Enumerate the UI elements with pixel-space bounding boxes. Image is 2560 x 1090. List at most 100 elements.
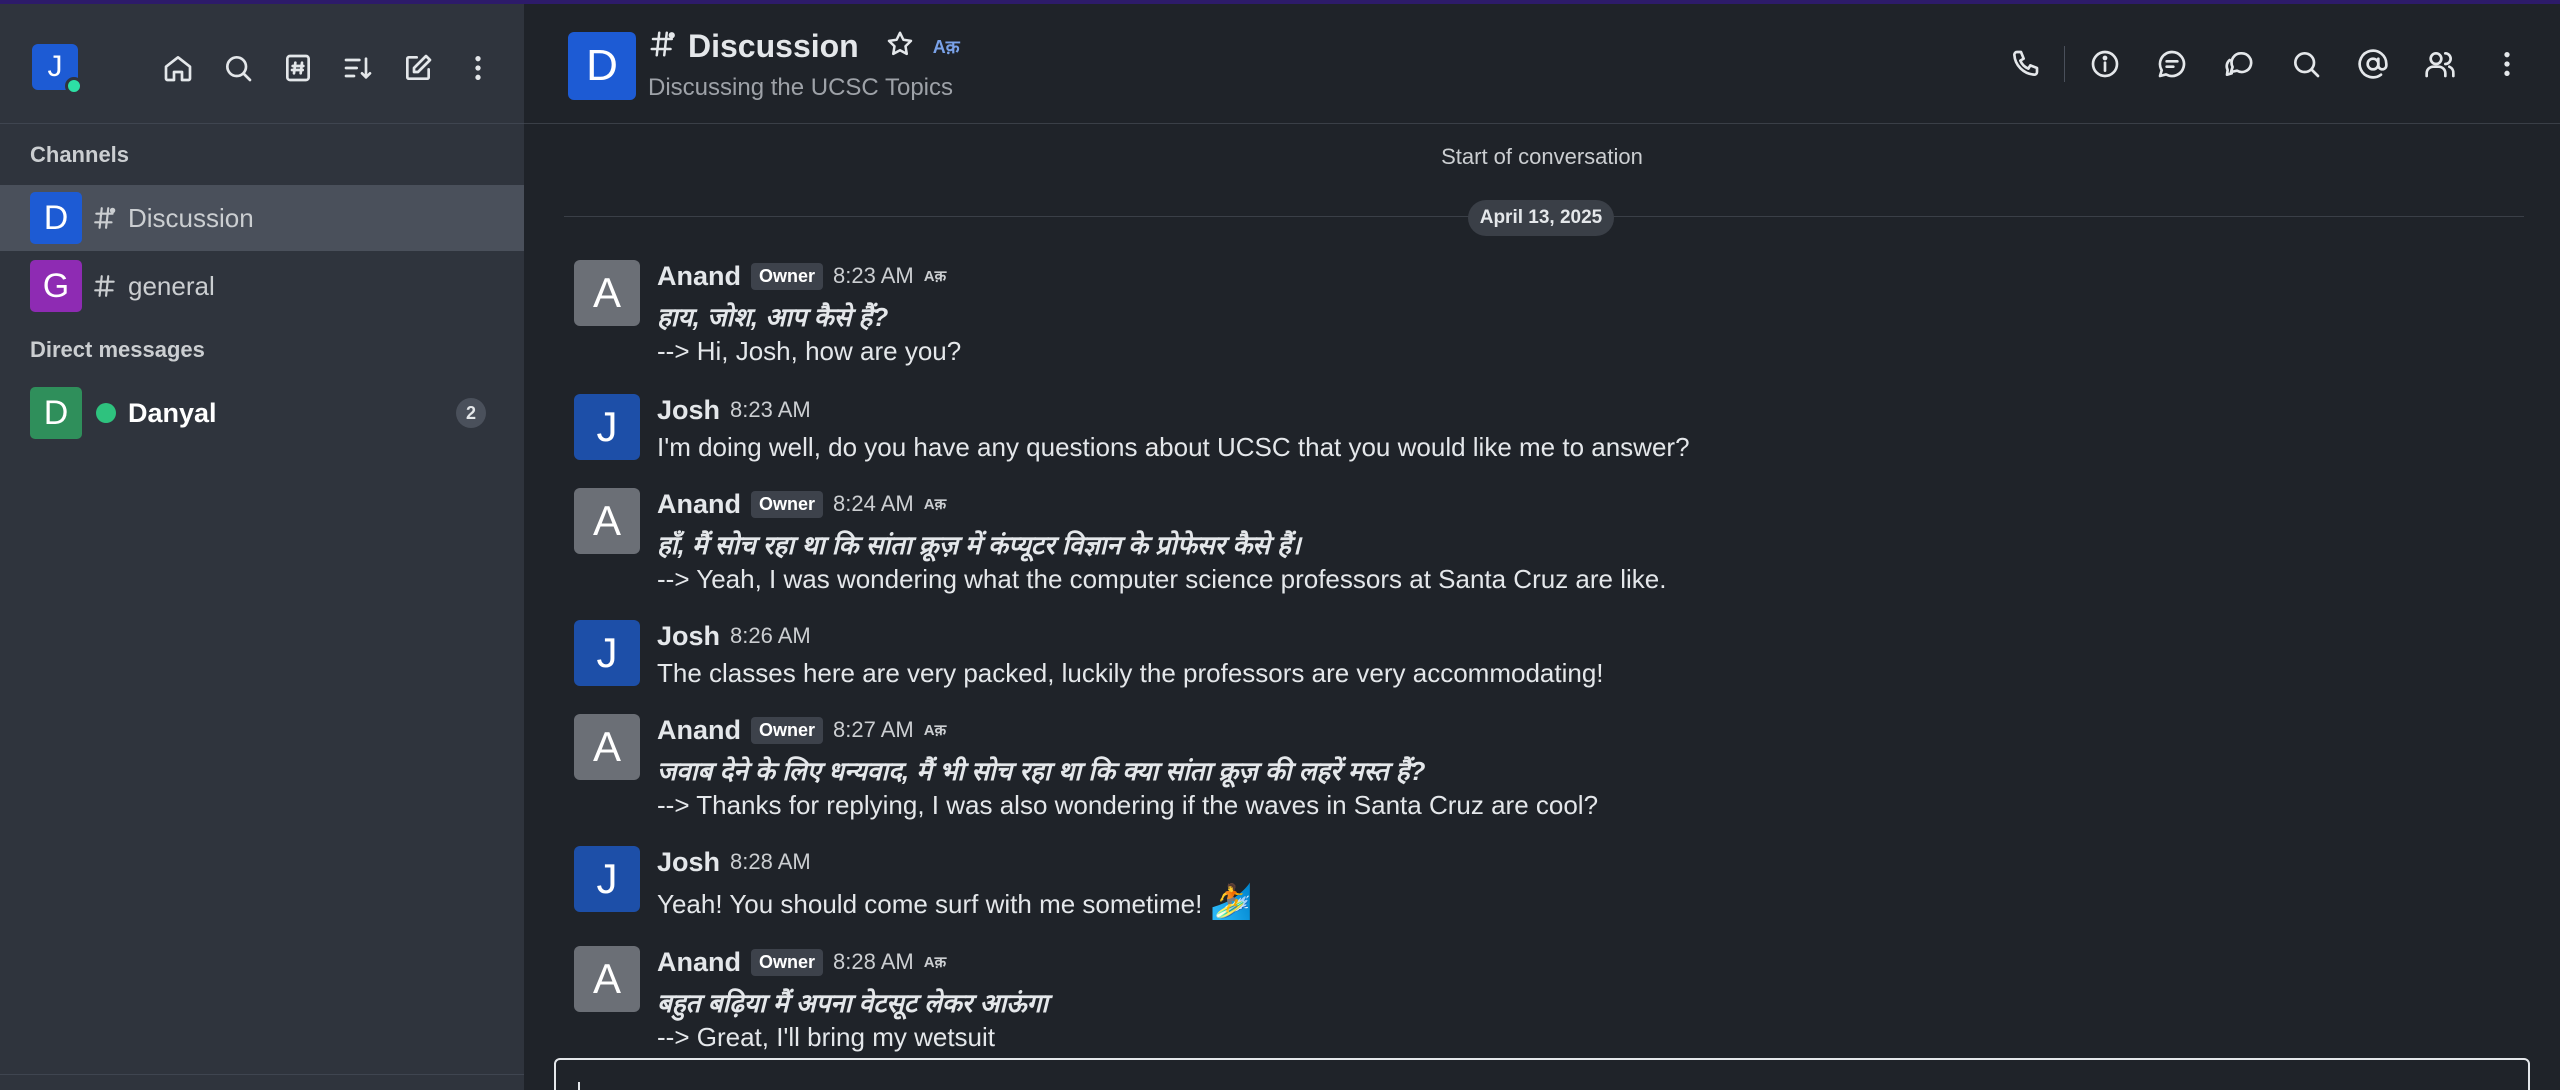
avatar-initial: A: [592, 955, 621, 1002]
message-author[interactable]: Anand: [657, 261, 741, 292]
role-badge: Owner: [751, 948, 824, 976]
message-timestamp: 8:27 AM: [833, 717, 914, 742]
dm-avatar: D: [30, 387, 82, 439]
message-header: Anand Owner 8:28 AM Aक़: [657, 946, 946, 978]
message-author[interactable]: Anand: [657, 489, 741, 520]
dm-avatar-initial: D: [43, 393, 69, 432]
kebab-menu-icon: [475, 56, 481, 80]
call-button[interactable]: [1991, 44, 2058, 84]
avatar[interactable]: J: [574, 394, 640, 460]
sidebar-item-label: Discussion: [128, 202, 254, 233]
message-composer-input[interactable]: [554, 1058, 2530, 1090]
message-text-translation: --> Thanks for replying, I was also wond…: [657, 790, 1599, 820]
avatar[interactable]: A: [574, 488, 640, 554]
room-menu-button[interactable]: [2473, 44, 2540, 84]
role-badge: Owner: [751, 262, 824, 290]
sidebar-header: J: [0, 4, 524, 124]
discussions-icon: [2224, 51, 2252, 76]
message-text-content: Yeah! You should come surf with me somet…: [657, 889, 1203, 919]
message-text-translation: --> Hi, Josh, how are you?: [657, 336, 962, 366]
room-header-avatar[interactable]: D: [568, 32, 636, 100]
message-header: Anand Owner 8:23 AM Aक़: [657, 260, 946, 292]
message-text-translation: --> Yeah, I was wondering what the compu…: [657, 564, 1667, 594]
room-avatar-initial: G: [42, 266, 70, 305]
phone-icon: [2012, 50, 2038, 76]
avatar[interactable]: J: [574, 846, 640, 912]
surfer-emoji-icon: 🏄: [1210, 883, 1253, 921]
home-icon: [164, 56, 192, 82]
message-author[interactable]: Josh: [657, 847, 720, 878]
message-header: Josh 8:26 AM: [657, 620, 811, 652]
directory-button[interactable]: [268, 48, 328, 88]
translated-icon: Aक़: [923, 954, 947, 971]
sort-button[interactable]: [328, 48, 388, 88]
avatar-initial: J: [596, 855, 618, 902]
message-text: The classes here are very packed, luckil…: [657, 658, 1604, 688]
message-timestamp: 8:28 AM: [730, 849, 811, 874]
direct-messages-section-title: Direct messages: [30, 337, 205, 362]
members-button[interactable]: [2406, 44, 2473, 84]
sidebar-item-danyal[interactable]: D Danyal 2: [0, 380, 524, 446]
message-text: I'm doing well, do you have any question…: [657, 432, 1690, 462]
role-badge: Owner: [751, 716, 824, 744]
message-author[interactable]: Anand: [657, 947, 741, 978]
room-title-row: Discussion Aक़: [648, 28, 960, 65]
sidebar-footer-divider: [0, 1074, 524, 1075]
room-info-button[interactable]: [2071, 44, 2138, 84]
avatar[interactable]: A: [574, 714, 640, 780]
date-badge: April 13, 2025: [1468, 200, 1614, 236]
user-avatar[interactable]: J: [32, 44, 83, 95]
room-header: D Discussion Aक़ Discussing the UCSC Top…: [524, 4, 2560, 124]
message-text-original: बहुत बढ़िया मैं अपना वेटसूट लेकर आऊंगा: [657, 988, 1049, 1018]
directory-icon: [286, 54, 310, 82]
info-icon: [2091, 50, 2118, 78]
message-text-original: हाय, जोश, आप कैसे हैं?: [657, 302, 889, 332]
sidebar-item-label: Danyal: [128, 397, 217, 428]
mentions-button[interactable]: [2339, 44, 2406, 84]
search-button[interactable]: [208, 48, 268, 88]
room-topic: Discussing the UCSC Topics: [648, 74, 954, 101]
avatar[interactable]: A: [574, 946, 640, 1012]
sidebar-item-general[interactable]: G general: [0, 253, 524, 319]
message-text-original: हाँ, मैं सोच रहा था कि सांता क्रूज़ में …: [657, 530, 1301, 560]
translate-icon: Aक़: [932, 36, 960, 57]
message-header: Josh 8:23 AM: [657, 394, 811, 426]
room-header-actions: [1991, 44, 2540, 84]
search-icon: [226, 56, 252, 82]
avatar[interactable]: J: [574, 620, 640, 686]
home-button[interactable]: [148, 48, 208, 88]
sidebar-item-discussion[interactable]: D Discussion: [0, 185, 524, 251]
favorite-star-button[interactable]: [885, 29, 915, 64]
threads-button[interactable]: [2138, 44, 2205, 84]
sort-icon: [344, 57, 372, 79]
search-messages-button[interactable]: [2272, 44, 2339, 84]
text-cursor: [578, 1082, 580, 1090]
members-icon: [2424, 52, 2455, 78]
sidebar-menu-button[interactable]: [448, 48, 508, 88]
discussions-button[interactable]: [2205, 44, 2272, 84]
room-avatar-initial: D: [43, 198, 69, 237]
message-author[interactable]: Josh: [657, 621, 720, 652]
kebab-menu-icon: [2503, 52, 2510, 76]
room-avatar: D: [30, 192, 82, 244]
user-avatar-initial: J: [47, 50, 63, 83]
header-divider: [2064, 46, 2065, 82]
message-author[interactable]: Anand: [657, 715, 741, 746]
avatar-initial: J: [596, 403, 618, 450]
pencil-square-icon: [406, 54, 432, 80]
role-badge: Owner: [751, 490, 824, 518]
message-timestamp: 8:24 AM: [833, 491, 914, 516]
search-icon: [2293, 52, 2319, 78]
message-author[interactable]: Josh: [657, 395, 720, 426]
create-new-button[interactable]: [388, 48, 448, 88]
message-text-original: जवाब देने के लिए धन्यवाद, मैं भी सोच रहा…: [657, 756, 1426, 786]
discussion-hash-icon: [648, 29, 678, 64]
translated-icon: Aक़: [923, 496, 947, 513]
start-of-conversation: Start of conversation: [1441, 144, 1643, 169]
message-timestamp: 8:23 AM: [833, 263, 914, 288]
sidebar-item-label: general: [128, 270, 215, 301]
avatar[interactable]: A: [574, 260, 640, 326]
message-timestamp: 8:23 AM: [730, 397, 811, 422]
avatar-initial: A: [592, 723, 621, 770]
user-status-online-indicator: [65, 77, 83, 95]
